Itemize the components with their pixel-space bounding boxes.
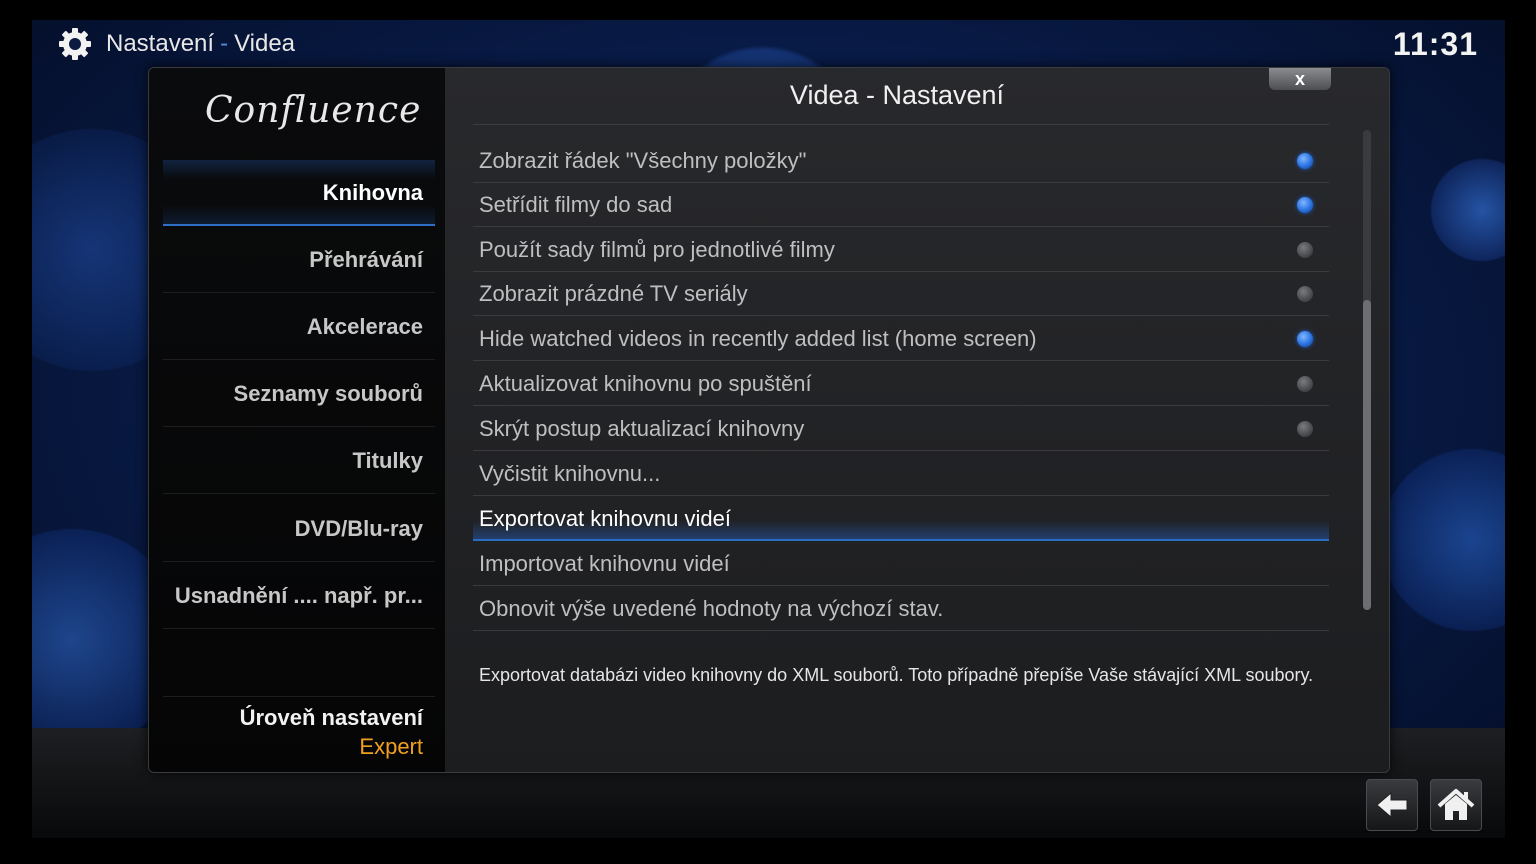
category-knihovna[interactable]: Knihovna [163,160,435,226]
brand-logo: Confluence [205,90,422,131]
toggle-off-icon[interactable] [1297,242,1313,258]
setting-description: Exportovat databázi video knihovny do XM… [479,665,1314,685]
category-akcelerace[interactable]: Akcelerace [163,294,435,360]
setting-label: Exportovat knihovnu videí [479,506,731,531]
setting-label: Aktualizovat knihovnu po spuštění [479,371,812,396]
settings-gear-icon [59,28,91,60]
header-section: Nastavení [106,30,215,57]
category-sidebar: Confluence Knihovna Přehrávání Akcelerac… [149,68,445,772]
setting-label: Hide watched videos in recently added li… [479,326,1037,351]
category-label: Přehrávání [309,247,423,272]
setting-row-reset-defaults[interactable]: Obnovit výše uvedené hodnoty na výchozí … [473,587,1329,631]
toggle-off-icon[interactable] [1297,376,1313,392]
toggle-on-icon[interactable] [1297,331,1313,347]
toggle-off-icon[interactable] [1297,286,1313,302]
category-label: Akcelerace [306,314,423,339]
header-separator: - [220,30,229,57]
setting-label: Zobrazit prázdné TV seriály [479,281,748,306]
setting-row-import-library[interactable]: Importovat knihovnu videí [473,542,1329,586]
settings-scrollbar[interactable] [1363,130,1371,610]
home-icon [1437,789,1475,820]
settings-level-selector[interactable]: Úroveň nastavení Expert [163,696,435,767]
setting-row-clean-library[interactable]: Vyčistit knihovnu... [473,452,1329,496]
setting-row-all-items[interactable]: Zobrazit řádek "Všechny položky" [473,139,1329,183]
header-subsection: Videa [234,30,296,57]
category-label: Knihovna [322,180,423,205]
setting-row-empty-tv-shows[interactable]: Zobrazit prázdné TV seriály [473,272,1329,316]
close-button[interactable]: x [1269,68,1331,90]
back-button[interactable] [1366,779,1418,831]
setting-label: Zobrazit řádek "Všechny položky" [479,148,807,173]
setting-row-hide-progress[interactable]: Skrýt postup aktualizací knihovny [473,407,1329,451]
setting-row-movie-sets[interactable]: Setřídit filmy do sad [473,183,1329,227]
back-arrow-icon [1376,791,1408,819]
setting-label: Vyčistit knihovnu... [479,461,661,486]
setting-row-single-movie-sets[interactable]: Použít sady filmů pro jednotlivé filmy [473,228,1329,272]
category-label: DVD/Blu-ray [294,516,423,541]
category-dvd-bluray[interactable]: DVD/Blu-ray [163,496,435,562]
category-label: Seznamy souborů [233,381,423,406]
toggle-on-icon[interactable] [1297,153,1313,169]
category-prehravani[interactable]: Přehrávání [163,227,435,293]
setting-row-hide-watched[interactable]: Hide watched videos in recently added li… [473,317,1329,361]
home-button[interactable] [1430,779,1482,831]
setting-label: Setřídit filmy do sad [479,192,673,217]
category-label: Titulky [352,448,423,473]
category-label: Usnadnění .... např. pr... [174,583,423,608]
settings-level-label: Úroveň nastavení [239,705,423,730]
settings-level-value: Expert [359,734,423,759]
setting-label: Použít sady filmů pro jednotlivé filmy [479,237,835,262]
settings-panel: Videa - Nastavení x Zobrazit řádek "Všec… [445,68,1389,772]
setting-row-export-library[interactable]: Exportovat knihovnu videí [473,497,1329,541]
category-usnadneni[interactable]: Usnadnění .... např. pr... [163,563,435,629]
settings-dialog: Confluence Knihovna Přehrávání Akcelerac… [148,67,1390,773]
setting-label: Skrýt postup aktualizací knihovny [479,416,805,441]
header-title: Nastavení - Videa [106,30,295,58]
scrollbar-thumb[interactable] [1363,300,1371,610]
dialog-title: Videa - Nastavení [789,80,1005,110]
title-divider [473,124,1329,125]
toggle-off-icon[interactable] [1297,421,1313,437]
category-seznamy-souboru[interactable]: Seznamy souborů [163,361,435,427]
category-titulky[interactable]: Titulky [163,428,435,494]
clock: 11:31 [1392,26,1478,62]
setting-row-update-on-startup[interactable]: Aktualizovat knihovnu po spuštění [473,362,1329,406]
toggle-on-icon[interactable] [1297,197,1313,213]
setting-label: Obnovit výše uvedené hodnoty na výchozí … [479,596,944,621]
setting-label: Importovat knihovnu videí [479,551,730,576]
